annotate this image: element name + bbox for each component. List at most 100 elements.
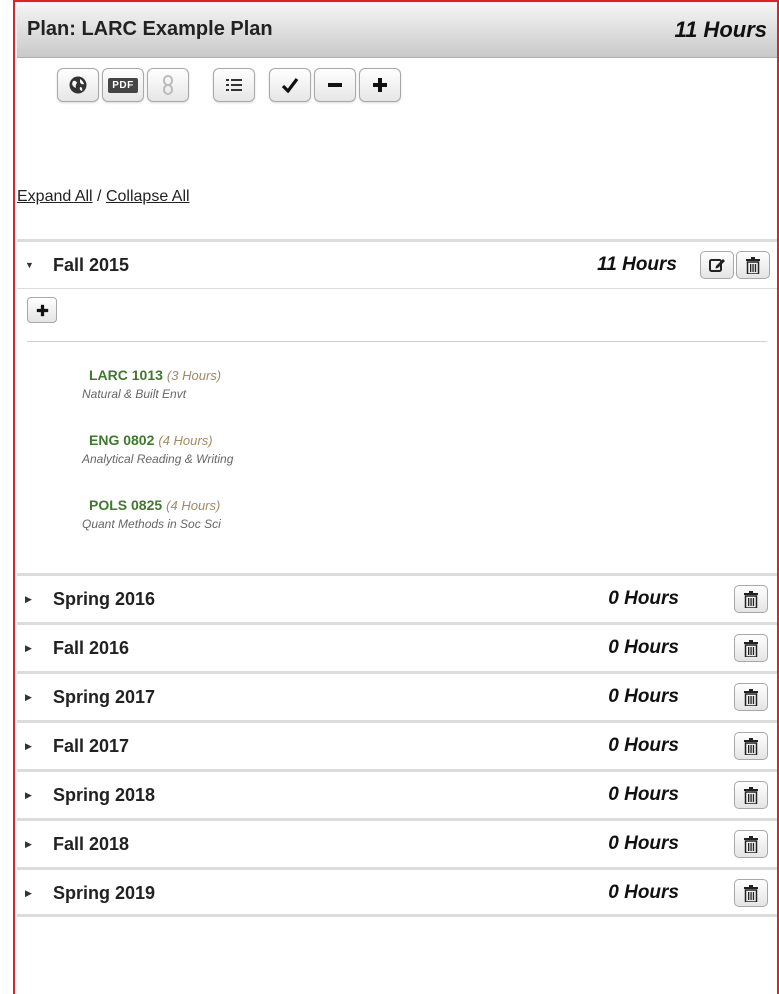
term-actions (734, 732, 768, 760)
term-header[interactable]: ▶ Spring 2019 0 Hours (17, 870, 777, 916)
term-name: Spring 2016 (53, 588, 156, 609)
caret-right-icon[interactable]: ▶ (25, 772, 32, 818)
term-fall-2016: ▶ Fall 2016 0 Hours (17, 622, 777, 671)
term-name: Spring 2019 (53, 882, 156, 903)
caret-down-icon[interactable]: ▼ (25, 242, 34, 288)
edit-button-group (269, 68, 401, 102)
term-hours: 0 Hours (608, 637, 679, 658)
delete-term-button[interactable] (734, 634, 768, 662)
course-item[interactable]: LARC 1013 (3 Hours) Natural & Built Envt (82, 367, 221, 401)
delete-term-button[interactable] (734, 781, 768, 809)
course-name: Analytical Reading & Writing (82, 452, 234, 466)
term-divider (27, 341, 767, 342)
delete-term-button[interactable] (734, 585, 768, 613)
term-name: Spring 2018 (53, 784, 156, 805)
term-actions (734, 781, 768, 809)
link-button[interactable] (147, 68, 189, 102)
term-name: Fall 2015 (53, 254, 130, 275)
plus-button[interactable] (359, 68, 401, 102)
trash-icon (744, 688, 758, 706)
caret-right-icon[interactable]: ▶ (25, 723, 32, 769)
plan-title: Plan: LARC Example Plan (27, 18, 273, 40)
plus-icon (373, 78, 387, 92)
list-view-button[interactable] (213, 68, 255, 102)
term-hours: 0 Hours (608, 784, 679, 805)
course-name: Natural & Built Envt (82, 387, 187, 401)
term-list-bottom-divider (17, 914, 777, 917)
link-icon (163, 75, 173, 95)
delete-term-button[interactable] (736, 251, 770, 279)
add-course-button[interactable] (27, 297, 57, 323)
term-actions (734, 683, 768, 711)
term-name: Fall 2016 (53, 637, 130, 658)
course-item[interactable]: ENG 0802 (4 Hours) Analytical Reading & W… (82, 432, 233, 466)
delete-term-button[interactable] (734, 830, 768, 858)
term-header[interactable]: ▶ Fall 2017 0 Hours (17, 723, 777, 769)
term-header[interactable]: ▶ Spring 2017 0 Hours (17, 674, 777, 720)
plan-total-hours: 11 Hours (674, 16, 767, 42)
plan-header: Plan: LARC Example Plan 11 Hours (17, 2, 777, 58)
plus-icon (36, 304, 48, 316)
term-body: LARC 1013 (3 Hours) Natural & Built Envt … (17, 288, 777, 570)
links-separator: / (92, 188, 106, 205)
globe-button[interactable] (57, 68, 99, 102)
term-name: Fall 2017 (53, 735, 130, 756)
minus-button[interactable] (314, 68, 356, 102)
delete-term-button[interactable] (734, 879, 768, 907)
check-icon (281, 78, 299, 93)
course-hours: (4 Hours) (166, 498, 221, 513)
expand-all-link[interactable]: Expand All (17, 188, 93, 205)
export-button-group: PDF (57, 68, 189, 102)
term-fall-2018: ▶ Fall 2018 0 Hours (17, 818, 777, 867)
term-hours: 0 Hours (608, 686, 679, 707)
course-code: ENG 0802 (89, 432, 155, 448)
edit-icon (709, 259, 725, 272)
collapse-all-link[interactable]: Collapse All (106, 188, 190, 205)
list-icon (226, 79, 242, 91)
delete-term-button[interactable] (734, 683, 768, 711)
term-header[interactable]: ▶ Fall 2018 0 Hours (17, 821, 777, 867)
term-hours: 11 Hours (597, 254, 677, 275)
check-button[interactable] (269, 68, 311, 102)
course-code: POLS 0825 (89, 497, 163, 513)
delete-term-button[interactable] (734, 732, 768, 760)
term-fall-2017: ▶ Fall 2017 0 Hours (17, 720, 777, 769)
term-actions (734, 634, 768, 662)
caret-right-icon[interactable]: ▶ (25, 625, 32, 671)
plan-panel: Plan: LARC Example Plan 11 Hours PDF Exp… (17, 2, 777, 994)
caret-right-icon[interactable]: ▶ (25, 576, 32, 622)
trash-icon (744, 737, 758, 755)
term-name: Fall 2018 (53, 833, 130, 854)
term-hours: 0 Hours (608, 735, 679, 756)
term-header[interactable]: ▶ Spring 2018 0 Hours (17, 772, 777, 818)
edit-term-button[interactable] (700, 251, 734, 279)
term-spring-2019: ▶ Spring 2019 0 Hours (17, 867, 777, 916)
term-header[interactable]: ▼ Fall 2015 11 Hours (17, 242, 777, 288)
caret-right-icon[interactable]: ▶ (25, 870, 32, 916)
course-code: LARC 1013 (89, 367, 163, 383)
term-header[interactable]: ▶ Fall 2016 0 Hours (17, 625, 777, 671)
pdf-button[interactable]: PDF (102, 68, 144, 102)
plan-toolbar: PDF (57, 68, 401, 102)
term-spring-2016: ▶ Spring 2016 0 Hours (17, 573, 777, 622)
term-actions (700, 251, 770, 279)
term-spring-2018: ▶ Spring 2018 0 Hours (17, 769, 777, 818)
trash-icon (744, 639, 758, 657)
term-fall-2015: ▼ Fall 2015 11 Hours LARC 1013 (3 Hours)… (17, 239, 777, 570)
term-name: Spring 2017 (53, 686, 156, 707)
trash-icon (744, 884, 758, 902)
course-hours: (4 Hours) (158, 433, 213, 448)
trash-icon (744, 835, 758, 853)
term-actions (734, 879, 768, 907)
course-item[interactable]: POLS 0825 (4 Hours) Quant Methods in Soc … (82, 497, 221, 531)
term-header[interactable]: ▶ Spring 2016 0 Hours (17, 576, 777, 622)
term-hours: 0 Hours (608, 882, 679, 903)
term-spring-2017: ▶ Spring 2017 0 Hours (17, 671, 777, 720)
course-name: Quant Methods in Soc Sci (82, 517, 221, 531)
term-actions (734, 585, 768, 613)
minus-icon (328, 83, 342, 87)
caret-right-icon[interactable]: ▶ (25, 674, 32, 720)
caret-right-icon[interactable]: ▶ (25, 821, 32, 867)
pdf-icon: PDF (108, 77, 138, 93)
term-actions (734, 830, 768, 858)
